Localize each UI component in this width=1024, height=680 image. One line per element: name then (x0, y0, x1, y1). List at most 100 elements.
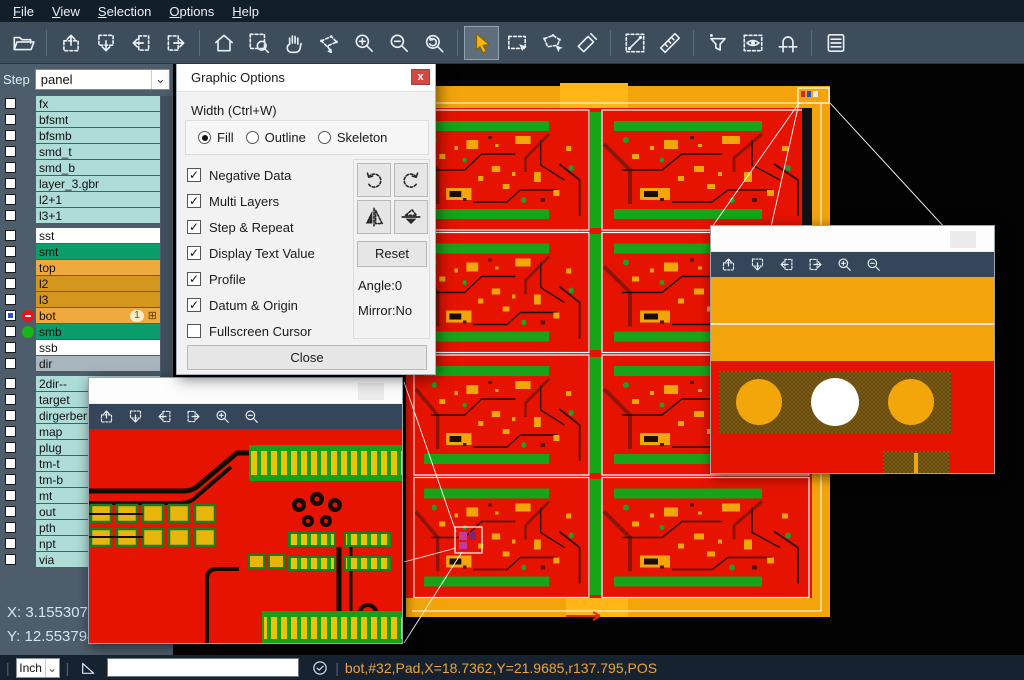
layer-name[interactable]: l2 (36, 276, 160, 291)
magnifier-zoom-in-button[interactable] (836, 256, 853, 273)
layer-name[interactable]: l2+1 (36, 192, 160, 207)
layer-checkbox[interactable] (5, 522, 16, 533)
mirror-horizontal-button[interactable] (357, 200, 391, 234)
toolbar-layer-form-button[interactable] (818, 26, 853, 60)
layer-checkbox[interactable] (5, 162, 16, 173)
toolbar-pan-down-button[interactable] (88, 26, 123, 60)
layer-row-fx[interactable]: fx (0, 96, 160, 111)
magnifier-zoom-out-button[interactable] (243, 408, 260, 425)
layer-row-sst[interactable]: sst (0, 228, 160, 243)
layer-row-smd_t[interactable]: smd_t (0, 144, 160, 159)
menu-options[interactable]: Options (160, 3, 223, 20)
magnifier-window-button[interactable] (358, 383, 384, 400)
layer-checkbox[interactable] (5, 178, 16, 189)
magnifier-zoom-out-button[interactable] (865, 256, 882, 273)
toolbar-snap-loop-button[interactable] (770, 26, 805, 60)
toolbar-zoom-out-button[interactable] (381, 26, 416, 60)
magnifier-pan-up-button[interactable] (98, 408, 115, 425)
layer-checkbox[interactable] (5, 458, 16, 469)
toolbar-measure-line-button[interactable] (617, 26, 652, 60)
close-icon[interactable]: x (411, 69, 430, 85)
layer-name[interactable]: sst (36, 228, 160, 243)
layer-checkbox[interactable] (5, 294, 16, 305)
magnifier-window-button[interactable] (950, 231, 976, 248)
layer-checkbox[interactable] (5, 426, 16, 437)
toolbar-select-arrow-button[interactable] (464, 26, 499, 60)
layer-row-smd_b[interactable]: smd_b (0, 160, 160, 175)
magnifier-pan-left-button[interactable] (156, 408, 173, 425)
width-radio-fill[interactable]: Fill (198, 130, 234, 145)
menu-view[interactable]: View (43, 3, 89, 20)
reset-button[interactable]: Reset (357, 241, 427, 267)
layer-name[interactable]: smb (36, 324, 160, 339)
layer-checkbox[interactable] (5, 538, 16, 549)
toolbar-view-eye-button[interactable] (735, 26, 770, 60)
command-input[interactable] (107, 658, 299, 677)
layer-row-l3+1[interactable]: l3+1 (0, 208, 160, 223)
toolbar-clean-brush-button[interactable] (569, 26, 604, 60)
layer-checkbox[interactable] (5, 98, 16, 109)
layer-row-layer_3.gbr[interactable]: layer_3.gbr (0, 176, 160, 191)
layer-checkbox[interactable] (5, 506, 16, 517)
layer-row-smt[interactable]: smt (0, 244, 160, 259)
layer-checkbox[interactable] (5, 194, 16, 205)
layer-checkbox[interactable] (5, 378, 16, 389)
layer-name[interactable]: bot1⊞ (36, 308, 160, 323)
layer-row-bfsmb[interactable]: bfsmb (0, 128, 160, 143)
layer-checkbox[interactable] (5, 310, 16, 321)
menu-file[interactable]: File (4, 3, 43, 20)
toolbar-pan-up-button[interactable] (53, 26, 88, 60)
magnifier-pan-down-button[interactable] (749, 256, 766, 273)
toolbar-zoom-in-button[interactable] (346, 26, 381, 60)
magnifier-zoom-in-button[interactable] (214, 408, 231, 425)
layer-row-dir[interactable]: dir (0, 356, 160, 371)
layer-checkbox[interactable] (5, 442, 16, 453)
layer-name[interactable]: smd_b (36, 160, 160, 175)
option-checkbox-fullscreen-cursor[interactable]: Fullscreen Cursor (187, 318, 315, 344)
layer-row-top[interactable]: top (0, 260, 160, 275)
layer-checkbox[interactable] (5, 554, 16, 565)
layer-name[interactable]: fx (36, 96, 160, 111)
option-checkbox-multi-layers[interactable]: ✓Multi Layers (187, 188, 315, 214)
layer-checkbox[interactable] (5, 262, 16, 273)
layer-name[interactable]: smt (36, 244, 160, 259)
toolbar-pan-left-button[interactable] (123, 26, 158, 60)
layer-row-l2+1[interactable]: l2+1 (0, 192, 160, 207)
toolbar-pan-right-button[interactable] (158, 26, 193, 60)
magnifier-titlebar[interactable] (711, 226, 994, 252)
layer-row-l3[interactable]: l3 (0, 292, 160, 307)
layer-checkbox[interactable] (5, 474, 16, 485)
toolbar-rect-select-button[interactable] (499, 26, 534, 60)
layer-row-ssb[interactable]: ssb (0, 340, 160, 355)
refresh-icon[interactable] (311, 659, 329, 677)
toolbar-pan-hand-button[interactable] (276, 26, 311, 60)
toolbar-poly-select-button[interactable] (534, 26, 569, 60)
layer-checkbox[interactable] (5, 230, 16, 241)
layer-checkbox[interactable] (5, 358, 16, 369)
toolbar-filter-button[interactable] (700, 26, 735, 60)
layer-row-bot[interactable]: bot1⊞ (0, 308, 160, 323)
rotate-ccw-button[interactable] (394, 163, 428, 197)
layer-row-l2[interactable]: l2 (0, 276, 160, 291)
layer-checkbox[interactable] (5, 210, 16, 221)
mirror-vertical-button[interactable] (394, 200, 428, 234)
layer-row-bfsmt[interactable]: bfsmt (0, 112, 160, 127)
option-checkbox-step-repeat[interactable]: ✓Step & Repeat (187, 214, 315, 240)
layer-checkbox[interactable] (5, 326, 16, 337)
menu-help[interactable]: Help (223, 3, 268, 20)
layer-name[interactable]: bfsmb (36, 128, 160, 143)
rotate-cw-button[interactable] (357, 163, 391, 197)
toolbar-zoom-object-button[interactable] (311, 26, 346, 60)
toolbar-zoom-window-button[interactable] (241, 26, 276, 60)
magnifier-view[interactable] (89, 429, 402, 643)
layer-name[interactable]: dir (36, 356, 160, 371)
angle-tool-icon[interactable] (79, 659, 97, 677)
layer-name[interactable]: l3 (36, 292, 160, 307)
toolbar-zoom-previous-button[interactable] (416, 26, 451, 60)
magnifier-pan-down-button[interactable] (127, 408, 144, 425)
layer-row-smb[interactable]: smb (0, 324, 160, 339)
unit-select[interactable]: Inch ⌄ (16, 658, 60, 678)
layer-checkbox[interactable] (5, 246, 16, 257)
magnifier-titlebar[interactable] (89, 378, 402, 404)
layer-checkbox[interactable] (5, 410, 16, 421)
